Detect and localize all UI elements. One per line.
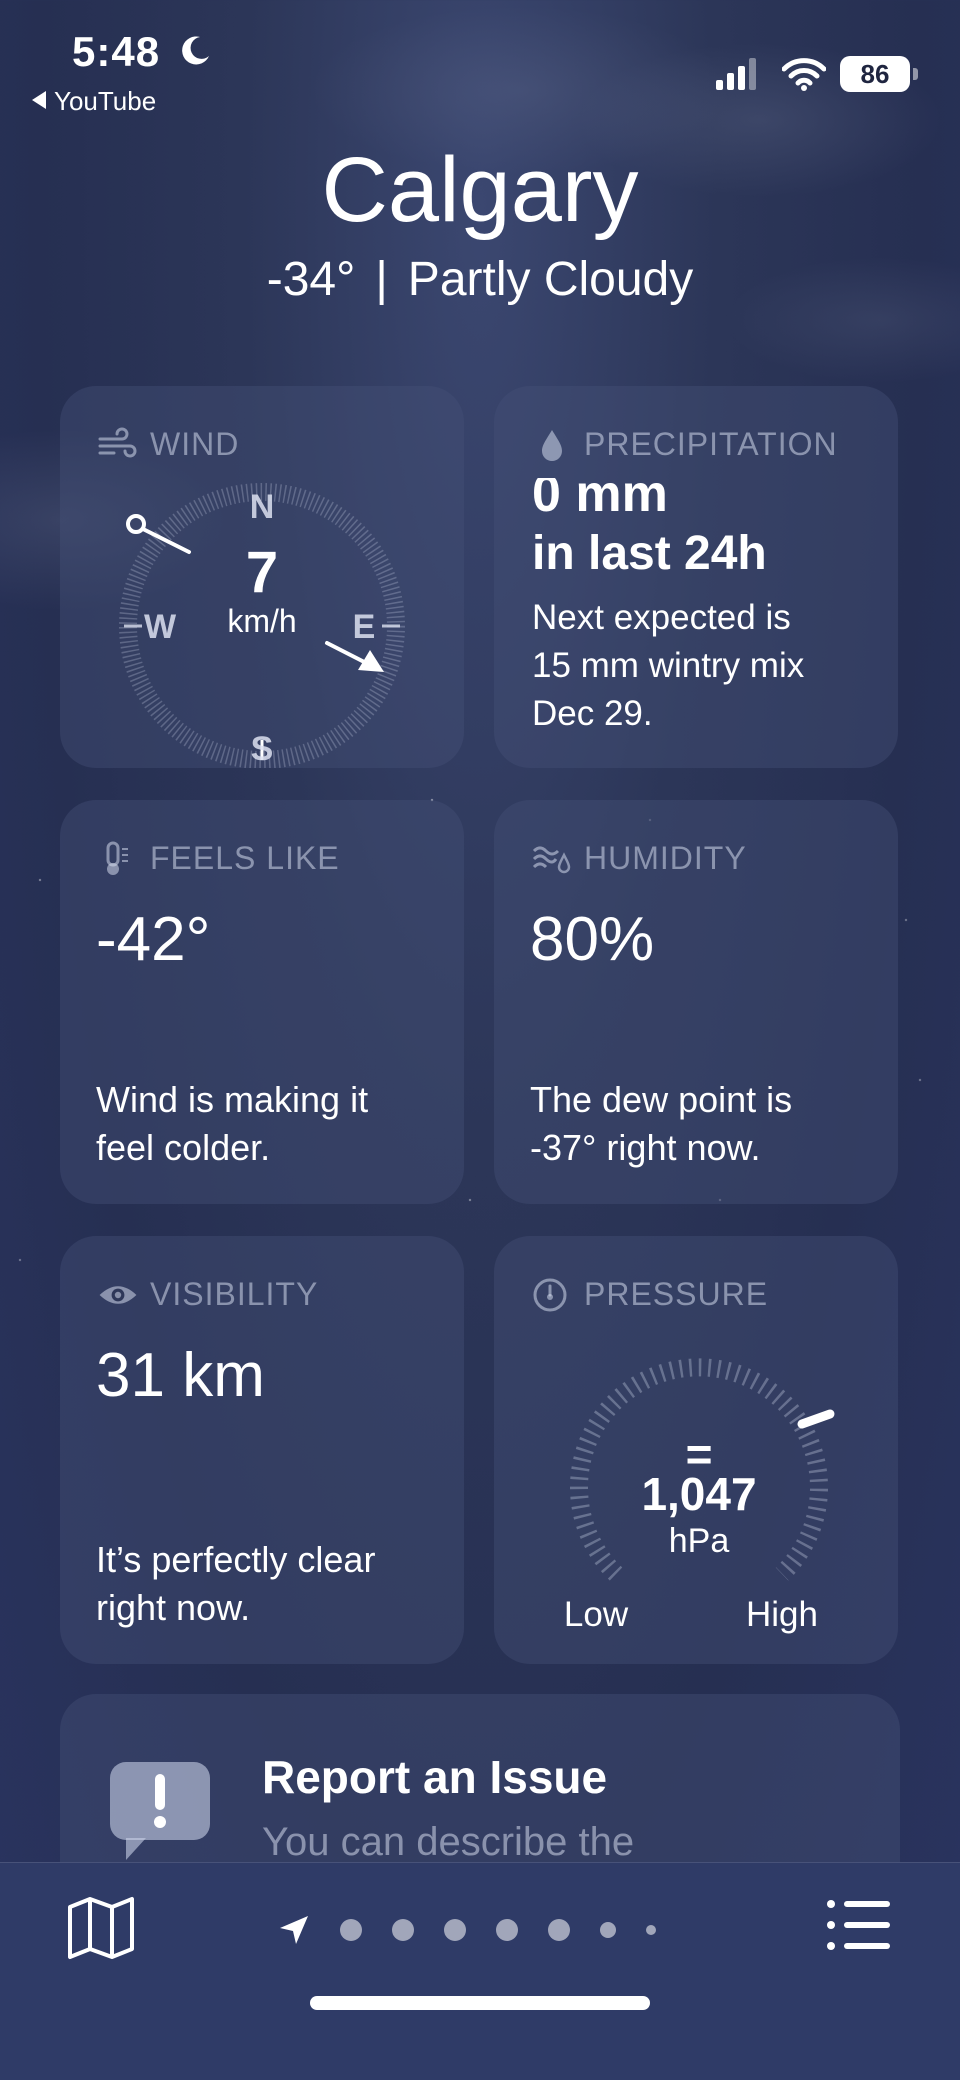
pressure-card-title: PRESSURE [532, 1276, 768, 1313]
pressure-title-label: PRESSURE [584, 1276, 769, 1312]
wind-compass: N S W E 7 km/h [119, 483, 405, 768]
feels-like-description: Wind is making it feel colder. [96, 1076, 434, 1172]
page-dot[interactable] [548, 1919, 570, 1941]
status-time: 5:48 [72, 28, 161, 75]
compass-north: N [250, 488, 275, 526]
back-to-app-link[interactable]: YouTube [32, 86, 156, 117]
page-dot[interactable] [392, 1919, 414, 1941]
precipitation-forecast: Next expected is 15 mm wintry mix Dec 29… [532, 594, 804, 738]
precipitation-title-label: PRECIPITATION [584, 426, 838, 462]
exclamation-bubble-icon [110, 1762, 210, 1860]
page-dot[interactable] [340, 1919, 362, 1941]
map-icon[interactable] [66, 1895, 136, 1961]
humidity-desc-line: The dew point is [530, 1079, 793, 1120]
precipitation-desc-line: Next expected is [532, 598, 791, 637]
compass-east: E [353, 608, 376, 646]
pressure-gauge: = 1,047 hPa Low High [564, 1358, 835, 1634]
visibility-desc-line: right now. [96, 1587, 251, 1628]
report-issue-title: Report an Issue [262, 1751, 608, 1803]
eye-icon [99, 1285, 137, 1304]
current-summary: -34° | Partly Cloudy [0, 252, 960, 307]
humidity-icon [532, 846, 571, 873]
humidity-card-title: HUMIDITY [532, 840, 747, 877]
precipitation-period: in last 24h [532, 527, 767, 580]
humidity-description: The dew point is -37° right now. [530, 1076, 868, 1172]
visibility-card[interactable]: VISIBILITY 31 km It’s perfectly clear ri… [60, 1236, 464, 1664]
visibility-value: 31 km [96, 1341, 265, 1410]
page-indicator[interactable] [278, 1915, 656, 1945]
humidity-value: 80% [530, 905, 655, 974]
feels-like-card-title: FEELS LIKE [98, 840, 340, 877]
visibility-title-label: VISIBILITY [150, 1276, 319, 1312]
wind-unit: km/h [227, 603, 296, 639]
page-dot[interactable] [496, 1919, 518, 1941]
humidity-title-label: HUMIDITY [584, 840, 747, 876]
page-dot[interactable] [646, 1925, 656, 1935]
wind-card-title: WIND [98, 426, 239, 463]
pressure-unit: hPa [669, 1522, 730, 1560]
page-dot[interactable] [444, 1919, 466, 1941]
report-issue-subtitle: You can describe the [262, 1820, 635, 1864]
compass-south: S [251, 730, 274, 768]
wind-card[interactable]: WIND N S W E 7 km/h [60, 386, 464, 768]
page-dot[interactable] [600, 1922, 616, 1938]
visibility-desc-line: It’s perfectly clear [96, 1539, 376, 1580]
precipitation-desc-line: 15 mm wintry mix [532, 646, 805, 685]
precipitation-card-title: PRECIPITATION [532, 426, 838, 463]
summary-separator: | [375, 253, 388, 306]
drop-icon [542, 429, 562, 461]
feels-like-value: -42° [96, 905, 211, 974]
pressure-indicator [797, 1409, 835, 1429]
back-arrow-icon [32, 91, 46, 109]
visibility-card-title: VISIBILITY [98, 1276, 318, 1313]
pressure-high-label: High [746, 1595, 818, 1634]
thermometer-icon [106, 841, 128, 875]
precipitation-desc-line: Dec 29. [532, 694, 653, 733]
home-indicator[interactable] [310, 1996, 650, 2010]
precipitation-amount: 0 mm [532, 465, 668, 523]
pressure-value: 1,047 [641, 1468, 756, 1520]
humidity-card[interactable]: HUMIDITY 80% The dew point is -37° right… [494, 800, 898, 1204]
gauge-icon [533, 1278, 567, 1311]
list-icon[interactable] [826, 1899, 892, 1951]
feels-like-title-label: FEELS LIKE [150, 840, 340, 876]
precipitation-card[interactable]: PRECIPITATION 0 mm in last 24h Next expe… [494, 386, 898, 768]
bottom-toolbar [0, 1862, 960, 2080]
feels-like-desc-line: feel colder. [96, 1127, 271, 1168]
wind-icon [98, 427, 137, 457]
back-app-label: YouTube [54, 86, 157, 116]
city-name: Calgary [321, 139, 639, 241]
compass-west: W [144, 608, 177, 646]
current-condition: Partly Cloudy [407, 253, 694, 306]
visibility-description: It’s perfectly clear right now. [96, 1536, 434, 1632]
wind-speed: 7 [246, 540, 278, 605]
feels-like-card[interactable]: FEELS LIKE -42° Wind is making it feel c… [60, 800, 464, 1204]
current-temperature: -34° [266, 253, 356, 306]
moon-icon [182, 36, 209, 65]
humidity-desc-line: -37° right now. [530, 1127, 761, 1168]
feels-like-desc-line: Wind is making it [96, 1079, 369, 1120]
wifi-icon [782, 58, 826, 91]
status-bar: 5:48 YouTube 86 [0, 0, 960, 120]
location-arrow-icon [280, 1916, 308, 1944]
pressure-low-label: Low [564, 1595, 629, 1634]
pressure-card[interactable]: PRESSURE = 1,047 hPa Low High [494, 1236, 898, 1664]
signal-icon [716, 58, 756, 90]
wind-title-label: WIND [150, 426, 240, 462]
battery-icon: 86 [840, 56, 918, 92]
